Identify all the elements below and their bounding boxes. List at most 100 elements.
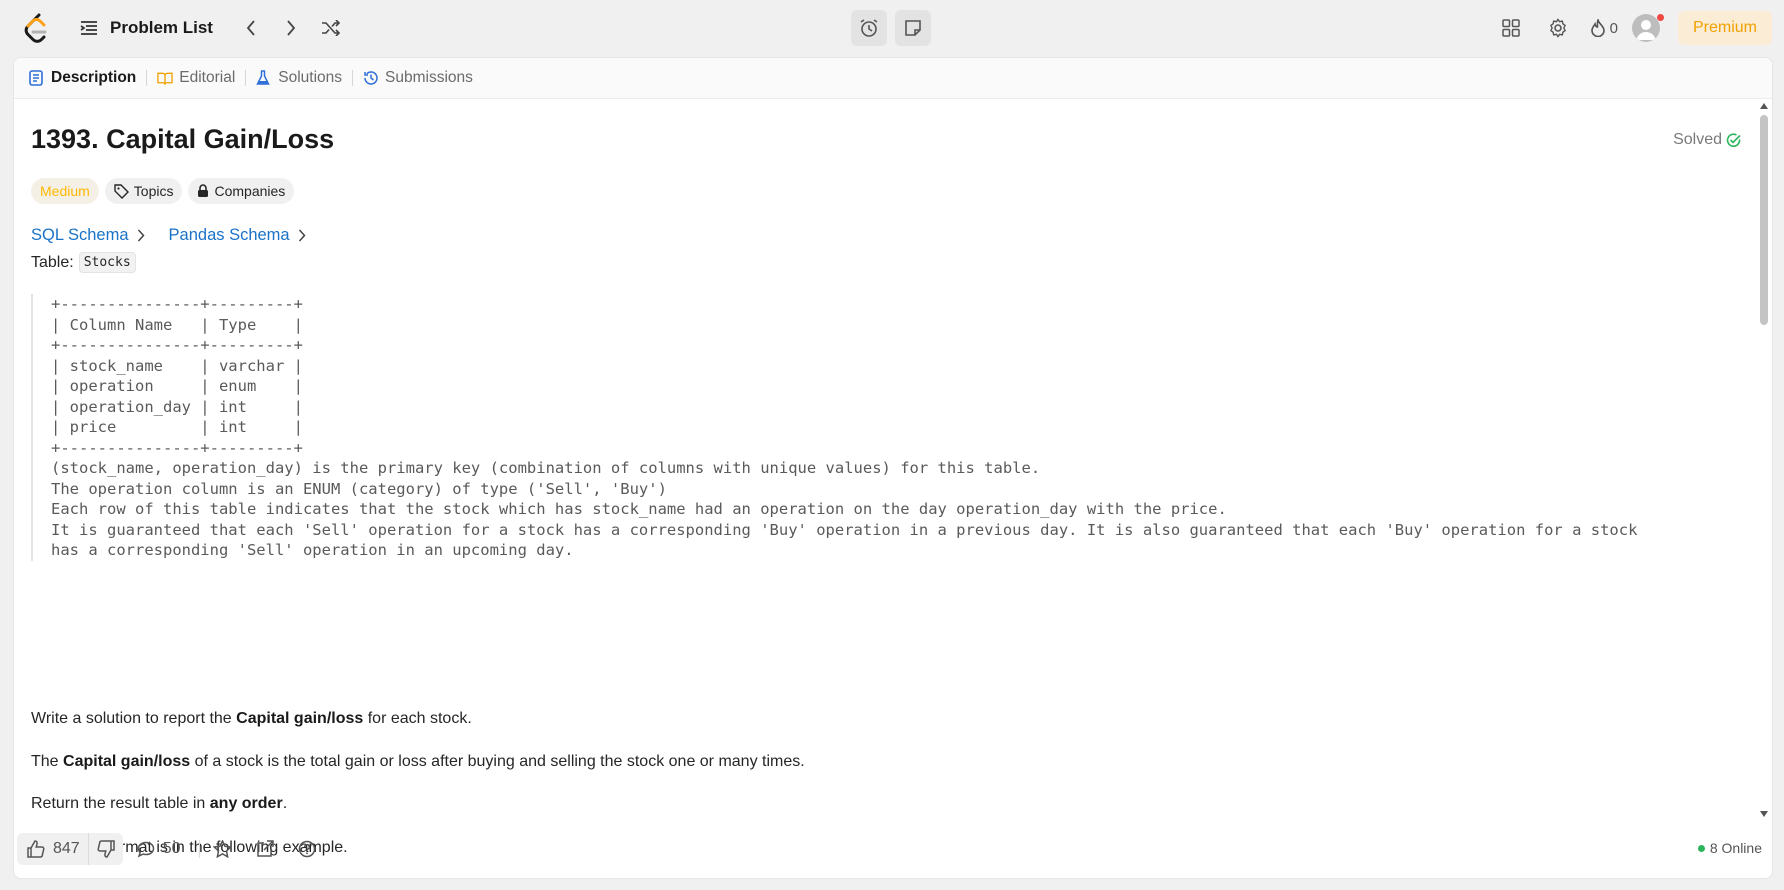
dislike-button[interactable]: [87, 833, 123, 865]
online-count: 8 Online: [1709, 840, 1762, 856]
tag-icon: [114, 183, 129, 199]
scroll-up-arrow-icon[interactable]: [1760, 103, 1768, 109]
question-circle-icon: [298, 840, 315, 858]
notes-button[interactable]: [895, 10, 931, 46]
tab-submissions[interactable]: Submissions: [363, 58, 473, 99]
tab-divider: [146, 70, 148, 86]
code-line: | Column Name | Type |: [51, 315, 303, 334]
settings-button[interactable]: [1543, 13, 1573, 43]
paragraph-1: Write a solution to report the Capital g…: [31, 710, 472, 728]
book-icon: [157, 70, 173, 86]
p2-before: The: [31, 753, 64, 770]
avatar[interactable]: [1631, 14, 1660, 42]
chevron-right-icon: [298, 229, 306, 242]
tab-divider: [352, 70, 354, 86]
tab-bar: Description Editorial Solutions Submissi…: [14, 58, 1772, 99]
tab-solutions[interactable]: Solutions: [256, 58, 342, 99]
list-icon[interactable]: [78, 17, 100, 39]
favorite-button[interactable]: [212, 838, 234, 860]
nav-right: 0 Premium: [1496, 0, 1784, 56]
thumbs-down-icon: [97, 840, 115, 858]
chevron-right-icon: [137, 229, 145, 242]
shuffle-icon: [321, 20, 341, 36]
streak-counter[interactable]: 0: [1590, 19, 1618, 37]
p3-after: .: [282, 795, 288, 812]
schema-links: SQL Schema Pandas Schema: [31, 226, 306, 245]
problem-title[interactable]: 1393. Capital Gain/Loss: [31, 124, 334, 155]
code-line: Each row of this table indicates that th…: [51, 500, 1227, 518]
code-line: (stock_name, operation_day) is the prima…: [51, 459, 1041, 477]
like-button[interactable]: 847: [17, 833, 88, 865]
scrollbar[interactable]: [1756, 99, 1772, 821]
companies-tag[interactable]: Companies: [188, 178, 295, 204]
problem-list-nav: Problem List: [78, 0, 357, 56]
prev-problem-button[interactable]: [237, 14, 265, 42]
history-icon: [363, 70, 379, 86]
flask-icon: [256, 70, 272, 86]
layout-button[interactable]: [1496, 13, 1526, 43]
chevron-left-icon: [246, 20, 255, 36]
p3-bold: any order: [209, 795, 283, 812]
notification-dot: [1657, 14, 1664, 21]
code-line: has a corresponding 'Sell' operation in …: [51, 541, 574, 559]
comments-button[interactable]: 50: [137, 840, 181, 858]
paragraph-2: The Capital gain/loss of a stock is the …: [31, 753, 805, 771]
topics-tag[interactable]: Topics: [104, 178, 183, 204]
document-icon: [29, 70, 45, 86]
table-prefix: Table:: [31, 253, 74, 271]
solved-label: Solved: [1673, 131, 1722, 148]
tab-editorial[interactable]: Editorial: [157, 58, 235, 99]
topics-label: Topics: [133, 183, 174, 199]
p1-bold: Capital gain/loss: [236, 710, 364, 727]
chevron-right-icon: [287, 20, 296, 36]
tab-label: Editorial: [179, 69, 236, 86]
table-line: Table: Stocks: [31, 252, 136, 273]
help-button[interactable]: [296, 838, 318, 860]
leetcode-logo-icon[interactable]: [24, 13, 50, 43]
scroll-thumb[interactable]: [1760, 115, 1768, 325]
streak-count: 0: [1609, 19, 1618, 37]
pandas-schema-link[interactable]: Pandas Schema: [169, 226, 306, 245]
comment-count: 50: [162, 840, 181, 857]
vote-group: 847: [17, 833, 123, 865]
bottom-bar: 847 50 8 Online: [14, 820, 1772, 878]
code-line: | operation | enum |: [51, 377, 303, 395]
layout-grid-icon: [1501, 19, 1520, 37]
description-panel: Description Editorial Solutions Submissi…: [13, 57, 1773, 879]
next-problem-button[interactable]: [277, 14, 305, 42]
p2-after: of a stock is the total gain or loss aft…: [190, 753, 805, 770]
code-line: It is guaranteed that each 'Sell' operat…: [51, 520, 1638, 539]
code-line: +---------------+---------+: [51, 295, 303, 313]
schema-code-block: +---------------+---------+ | Column Name…: [31, 294, 1756, 561]
code-line: | operation_day | int |: [51, 397, 303, 416]
code-line: | price | int |: [51, 418, 303, 436]
thumbs-up-icon: [27, 840, 45, 858]
difficulty-badge: Medium: [31, 178, 99, 204]
code-line: | stock_name | varchar |: [51, 356, 303, 375]
user-avatar-icon: [1635, 20, 1656, 40]
gear-icon: [1549, 18, 1566, 38]
p2-bold: Capital gain/loss: [63, 753, 191, 770]
center-tools: [851, 10, 931, 46]
star-icon: [213, 840, 232, 858]
check-circle-icon: [1726, 132, 1741, 147]
p1-before: Write a solution to report the: [31, 710, 237, 727]
random-problem-button[interactable]: [317, 14, 345, 42]
comment-icon: [137, 841, 154, 857]
p3-before: Return the result table in: [31, 795, 210, 812]
scroll-down-arrow-icon[interactable]: [1760, 811, 1768, 817]
tab-description[interactable]: Description: [29, 58, 136, 99]
tab-divider: [245, 70, 247, 86]
problem-list-link[interactable]: Problem List: [110, 18, 213, 38]
solved-status: Solved: [1673, 131, 1741, 149]
premium-button[interactable]: Premium: [1677, 11, 1772, 45]
sql-schema-link[interactable]: SQL Schema: [31, 226, 145, 245]
alarm-clock-icon: [860, 19, 878, 37]
timer-button[interactable]: [851, 10, 887, 46]
companies-label: Companies: [214, 183, 286, 199]
code-line: The operation column is an ENUM (categor…: [51, 479, 667, 498]
like-count: 847: [53, 840, 80, 857]
share-button[interactable]: [254, 838, 276, 860]
problem-tags: Medium Topics Companies: [31, 178, 295, 204]
paragraph-3: Return the result table in any order.: [31, 795, 287, 813]
